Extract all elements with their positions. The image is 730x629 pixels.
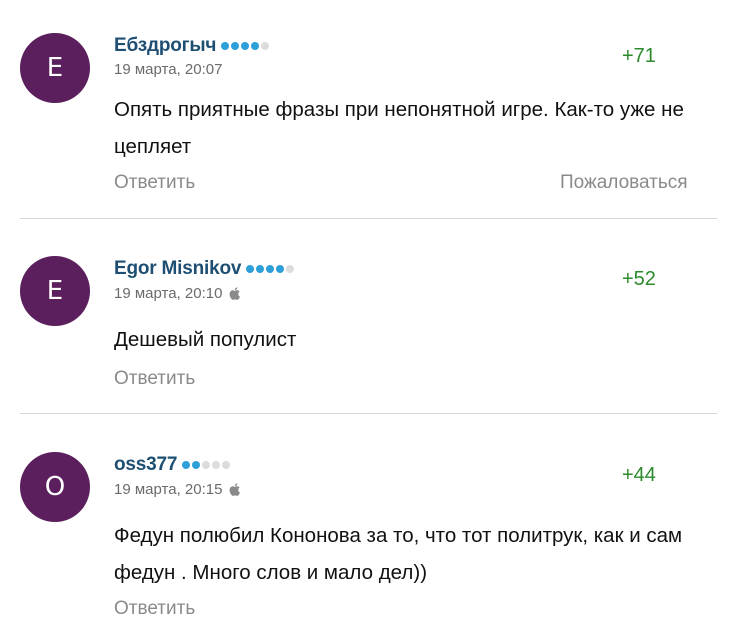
comment-date: 19 марта, 20:07	[114, 61, 222, 78]
rating-dot	[241, 42, 250, 50]
rating-dot	[222, 461, 231, 469]
rating-dot	[251, 42, 260, 50]
rating-dot	[286, 265, 295, 273]
comment-score: +71	[622, 45, 656, 67]
avatar[interactable]: E	[20, 256, 90, 326]
rating-dots	[182, 461, 231, 469]
rating-dot	[202, 461, 211, 469]
apple-icon	[230, 287, 241, 300]
comment-score: +52	[622, 268, 656, 290]
avatar-letter: E	[46, 276, 64, 306]
comment-date: 19 марта, 20:10	[114, 285, 243, 302]
author-name[interactable]: oss377	[114, 454, 177, 476]
apple-icon	[230, 483, 241, 496]
rating-dot	[212, 461, 221, 469]
date-text: 19 марта, 20:15	[114, 481, 223, 498]
comment-author[interactable]: Egor Misnikov	[114, 258, 295, 280]
author-name[interactable]: Egor Misnikov	[114, 258, 241, 280]
comment-date: 19 марта, 20:15	[114, 481, 243, 498]
rating-dot	[182, 461, 191, 469]
divider	[20, 413, 717, 414]
comment-text: Опять приятные фразы при непонятной игре…	[114, 98, 684, 158]
author-name[interactable]: Ебздрогыч	[114, 35, 216, 57]
rating-dot	[261, 42, 270, 50]
comment-score: +44	[622, 464, 656, 486]
rating-dot	[221, 42, 230, 50]
avatar-letter: Е	[46, 53, 64, 83]
divider	[20, 218, 717, 219]
comment-author[interactable]: oss377	[114, 454, 231, 476]
comment-text: Федун полюбил Кононова за то, что тот по…	[114, 524, 683, 584]
reply-button[interactable]: Ответить	[114, 598, 195, 620]
comment-author[interactable]: Ебздрогыч	[114, 35, 270, 57]
rating-dot	[256, 265, 265, 273]
reply-button[interactable]: Ответить	[114, 172, 195, 194]
rating-dot	[276, 265, 285, 273]
rating-dot	[246, 265, 255, 273]
report-button[interactable]: Пожаловаться	[560, 172, 688, 194]
date-text: 19 марта, 20:07	[114, 61, 223, 78]
reply-button[interactable]: Ответить	[114, 368, 195, 390]
avatar-letter: O	[44, 472, 66, 502]
avatar[interactable]: Е	[20, 33, 90, 103]
comment-text: Дешевый популист	[114, 328, 297, 351]
avatar[interactable]: O	[20, 452, 90, 522]
date-text: 19 марта, 20:10	[114, 285, 223, 302]
rating-dot	[192, 461, 201, 469]
rating-dots	[221, 42, 270, 50]
rating-dot	[231, 42, 240, 50]
rating-dot	[266, 265, 275, 273]
rating-dots	[246, 265, 295, 273]
